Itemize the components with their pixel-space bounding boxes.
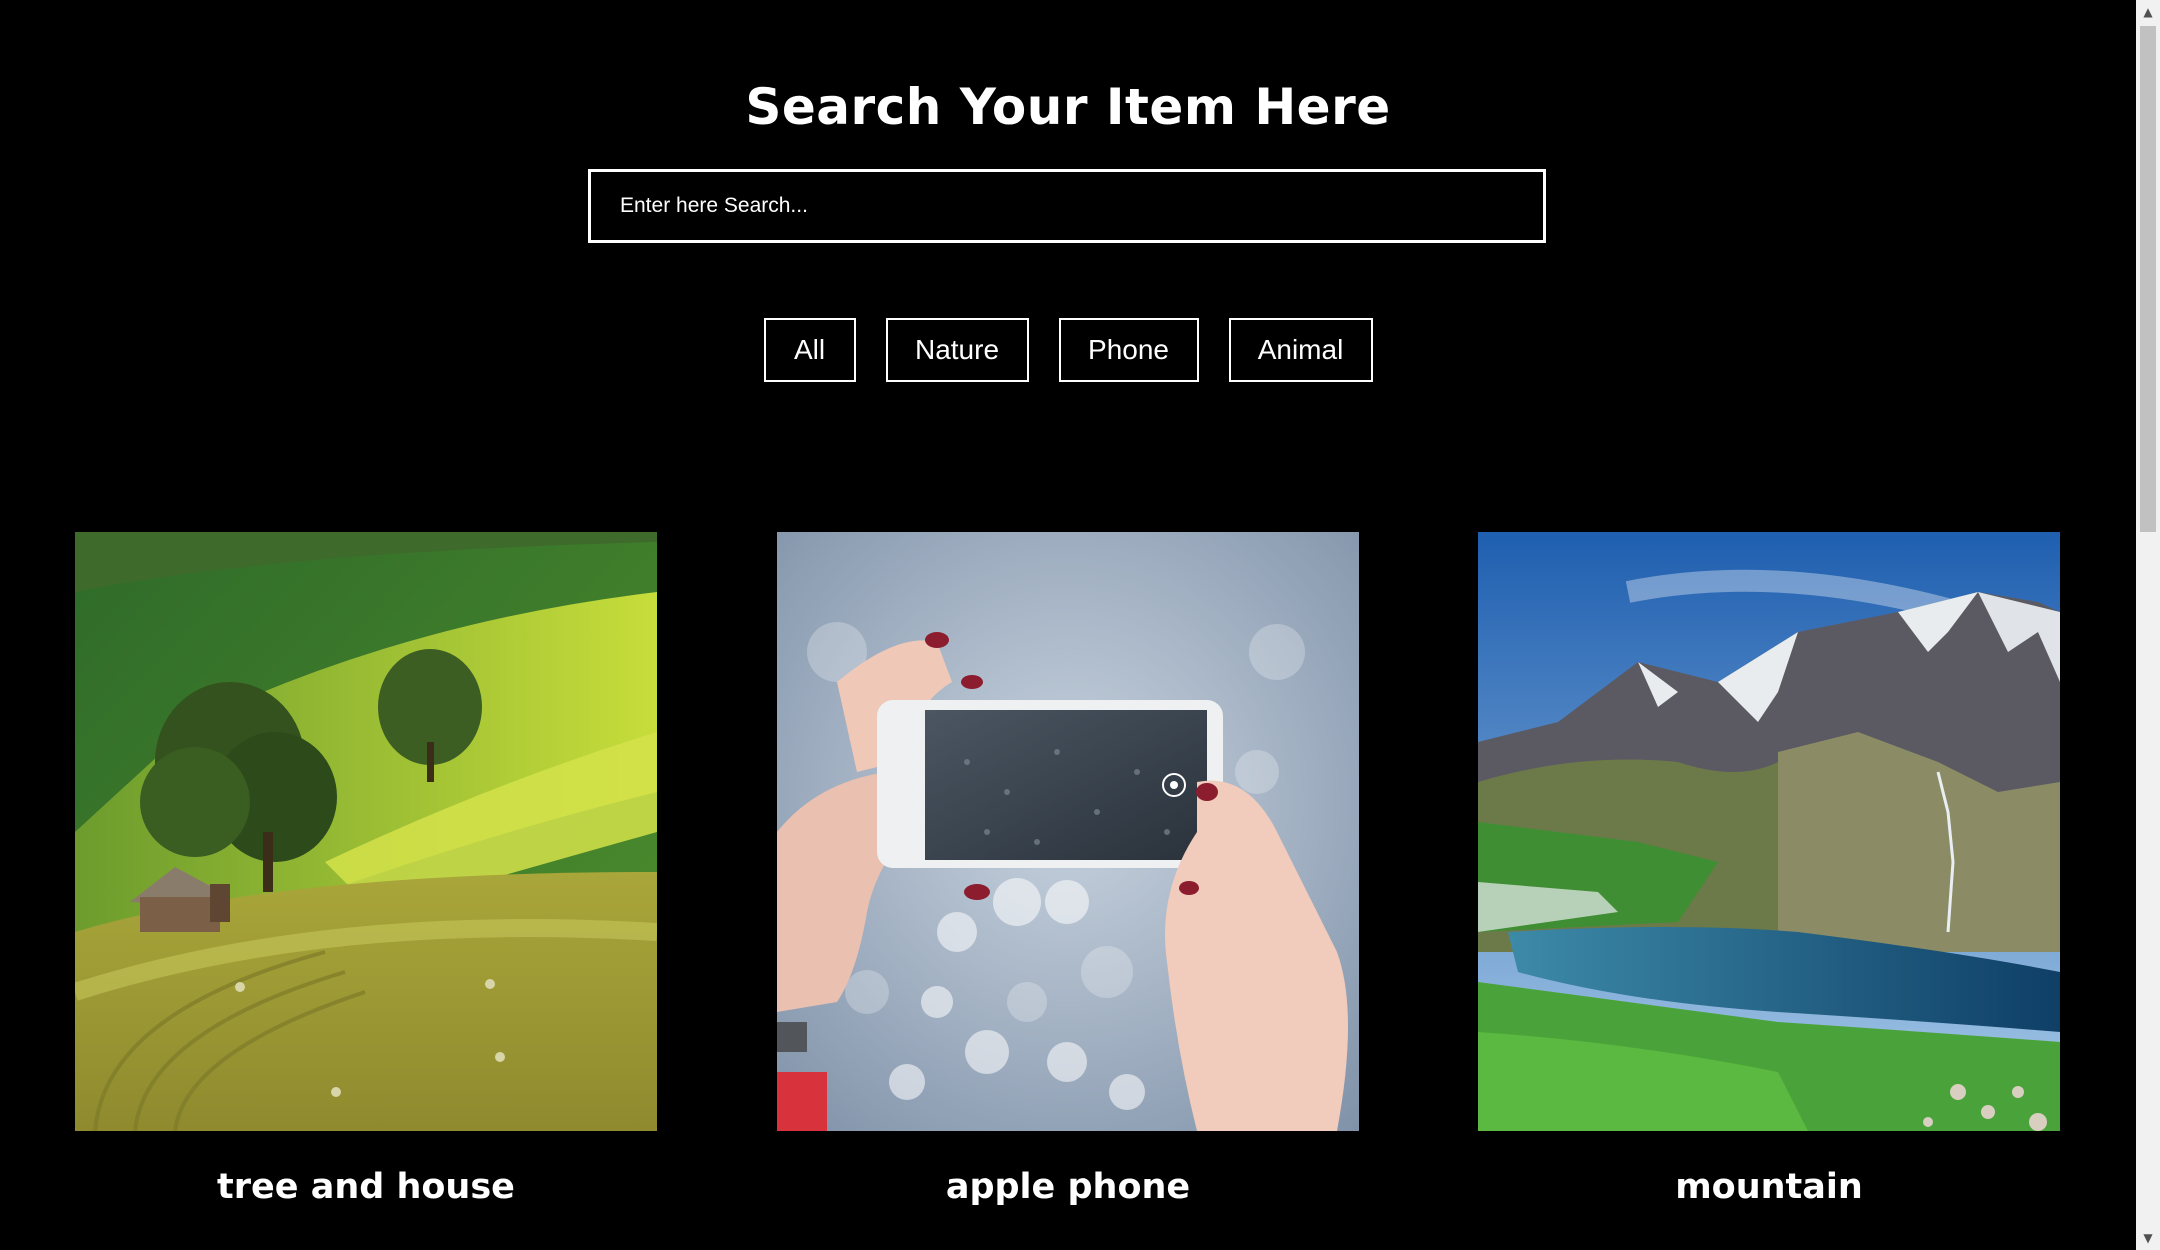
search-box[interactable] (588, 169, 1546, 243)
page-title: Search Your Item Here (745, 78, 1391, 136)
mountain-image (1478, 532, 2060, 1131)
filter-button-animal[interactable]: Animal (1228, 318, 1373, 382)
card-caption: tree and house (217, 1167, 515, 1207)
scroll-up-icon[interactable]: ▲ (2136, 0, 2160, 24)
phone-image (777, 532, 1359, 1131)
tree-house-image (75, 532, 657, 1131)
search-input[interactable] (591, 172, 1543, 240)
gallery-card[interactable]: mountain (1478, 532, 2060, 1207)
card-caption: mountain (1675, 1167, 1863, 1207)
scroll-down-icon[interactable]: ▼ (2136, 1226, 2160, 1250)
gallery-card[interactable]: apple phone (777, 532, 1359, 1207)
filter-button-phone[interactable]: Phone (1058, 318, 1199, 382)
filter-bar: All Nature Phone Animal (0, 318, 2136, 382)
card-caption: apple phone (945, 1167, 1191, 1207)
gallery-card[interactable]: tree and house (75, 532, 657, 1207)
page: Search Your Item Here All Nature Phone A… (0, 0, 2136, 1250)
scroll-thumb[interactable] (2140, 26, 2156, 532)
filter-button-nature[interactable]: Nature (885, 318, 1029, 382)
vertical-scrollbar[interactable]: ▲ ▼ (2136, 0, 2160, 1250)
filter-button-all[interactable]: All (763, 318, 856, 382)
